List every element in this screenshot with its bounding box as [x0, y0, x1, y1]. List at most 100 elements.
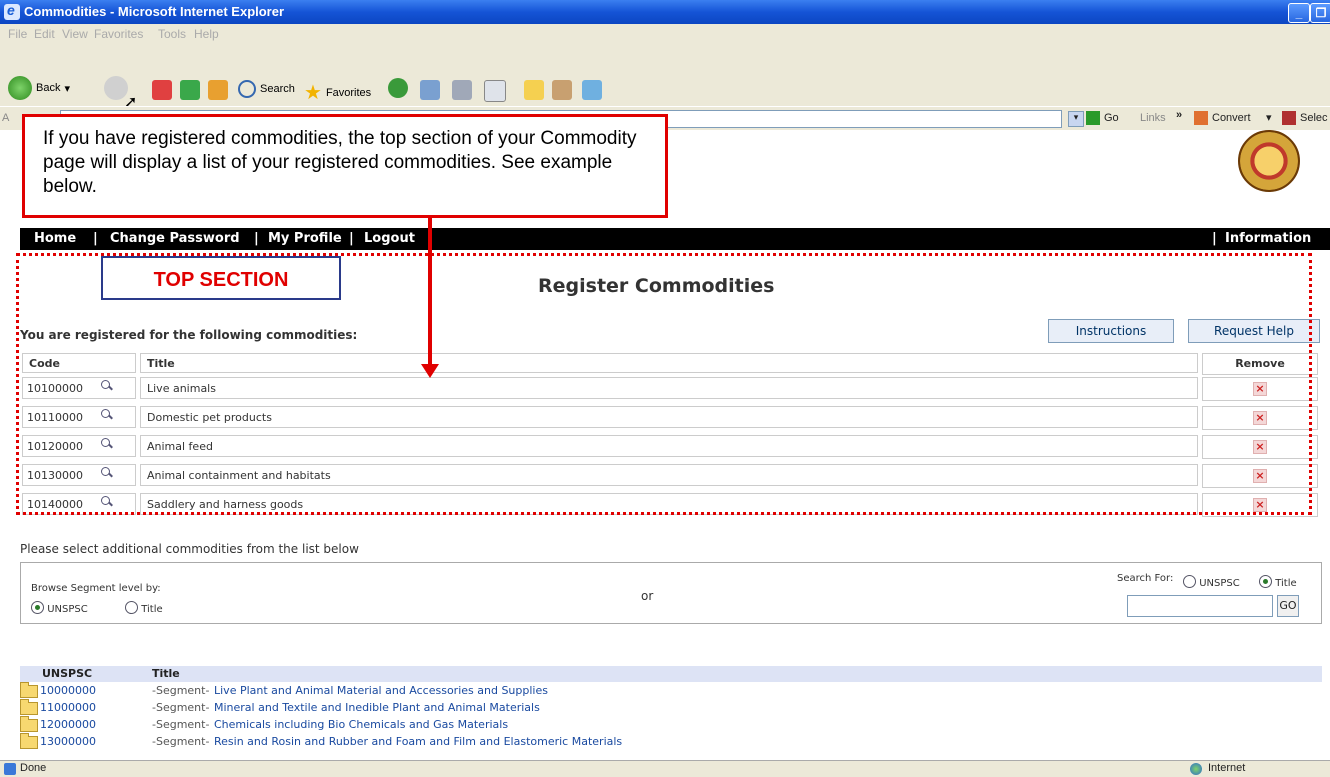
search-radio-title[interactable]: Title	[1259, 573, 1297, 589]
history-icon[interactable]	[388, 78, 408, 98]
address-dropdown-icon[interactable]: ▾	[1068, 111, 1084, 127]
nav-logout[interactable]: Logout	[364, 231, 415, 246]
radio-unspsc[interactable]: UNSPSC	[31, 599, 88, 615]
callout-arrow	[428, 218, 432, 366]
menu-view[interactable]: View	[62, 27, 88, 41]
search-radio-title-label: Title	[1275, 578, 1297, 589]
list-item[interactable]: 10000000 -Segment- Live Plant and Animal…	[20, 682, 820, 699]
menu-tools[interactable]: Tools	[158, 27, 186, 41]
radio-title-label: Title	[141, 604, 163, 615]
internet-explorer-icon	[4, 2, 20, 20]
zone-text: Internet	[1208, 762, 1246, 774]
select-caption: Please select additional commodities fro…	[20, 542, 359, 556]
status-bar: Done Internet	[0, 760, 1330, 777]
or-label: or	[641, 589, 654, 603]
search-button[interactable]: Search	[238, 80, 295, 98]
segment-code[interactable]: 13000000	[40, 735, 96, 748]
web-page: Home | Change Password | My Profile | Lo…	[0, 130, 1330, 760]
segment-title[interactable]: Live Plant and Animal Material and Acces…	[214, 684, 548, 697]
stop-icon[interactable]	[152, 80, 172, 100]
select-button[interactable]: Selec	[1300, 112, 1328, 124]
folder-icon	[20, 682, 38, 698]
go-search-button[interactable]: GO	[1277, 595, 1299, 617]
window-title: Commodities - Microsoft Internet Explore…	[24, 4, 285, 19]
menu-help[interactable]: Help	[194, 27, 219, 41]
menu-file[interactable]: File	[8, 27, 27, 41]
search-for-label: Search For:	[1117, 573, 1174, 584]
folder-icon	[20, 716, 38, 732]
nav-separator: |	[1212, 231, 1217, 246]
nav-change-password[interactable]: Change Password	[110, 231, 240, 246]
segment-code[interactable]: 11000000	[40, 701, 96, 714]
callout-annotation: If you have registered commodities, the …	[22, 114, 668, 218]
browser-toolbar: Back ▾ Search ★ Favorites ➚	[0, 44, 1330, 111]
nav-home[interactable]: Home	[34, 231, 76, 246]
home-icon[interactable]	[208, 80, 228, 100]
page-icon	[4, 763, 16, 775]
chevron-right-icon[interactable]: »	[1176, 109, 1182, 121]
segment-code[interactable]: 10000000	[40, 684, 96, 697]
county-seal-logo	[1238, 130, 1300, 192]
minimize-button[interactable]: _	[1288, 3, 1310, 23]
convert-icon	[1194, 111, 1208, 125]
top-section-label: TOP SECTION	[101, 256, 341, 300]
list-item[interactable]: 13000000 -Segment- Resin and Rosin and R…	[20, 733, 820, 750]
menu-bar: File Edit View Favorites Tools Help	[0, 24, 1330, 45]
nav-separator: |	[254, 231, 259, 246]
search-radio-unspsc-label: UNSPSC	[1199, 578, 1240, 589]
go-arrow-icon[interactable]	[1086, 111, 1100, 125]
search-input[interactable]	[1127, 595, 1273, 617]
browse-panel: Browse Segment level by: UNSPSC Title or…	[20, 562, 1322, 624]
top-nav-bar: Home | Change Password | My Profile | Lo…	[20, 228, 1330, 250]
edit-icon[interactable]	[484, 80, 506, 102]
segment-code[interactable]: 12000000	[40, 718, 96, 731]
nav-my-profile[interactable]: My Profile	[268, 231, 342, 246]
folder-icon	[20, 733, 38, 749]
segment-title[interactable]: Resin and Rosin and Rubber and Foam and …	[214, 735, 622, 748]
convert-button[interactable]: Convert	[1212, 112, 1251, 124]
globe-icon	[1190, 763, 1202, 775]
nav-information[interactable]: Information	[1225, 231, 1311, 246]
links-label[interactable]: Links	[1140, 112, 1166, 124]
refresh-icon[interactable]	[180, 80, 200, 100]
back-button[interactable]: Back ▾	[8, 76, 70, 100]
print-icon[interactable]	[452, 80, 472, 100]
header-unspsc: UNSPSC	[42, 667, 93, 680]
search-radio-unspsc[interactable]: UNSPSC	[1183, 573, 1240, 589]
menu-edit[interactable]: Edit	[34, 27, 55, 41]
segment-prefix: -Segment-	[152, 718, 210, 731]
nav-separator: |	[93, 231, 98, 246]
list-item[interactable]: 11000000 -Segment- Mineral and Textile a…	[20, 699, 820, 716]
search-icon	[238, 80, 256, 98]
radio-icon[interactable]	[1183, 575, 1196, 588]
header-list-title: Title	[152, 667, 180, 680]
folder-icon	[20, 699, 38, 715]
maximize-button[interactable]: ❐	[1310, 3, 1330, 23]
window-title-bar: Commodities - Microsoft Internet Explore…	[0, 0, 1330, 24]
star-icon: ★	[304, 82, 322, 104]
go-button[interactable]: Go	[1104, 112, 1119, 124]
favorites-button[interactable]: ★ Favorites	[304, 80, 371, 105]
research-icon[interactable]	[552, 80, 572, 100]
segment-title[interactable]: Chemicals including Bio Chemicals and Ga…	[214, 718, 508, 731]
folder-icon[interactable]	[524, 80, 544, 100]
list-item[interactable]: 12000000 -Segment- Chemicals including B…	[20, 716, 820, 733]
radio-title[interactable]: Title	[125, 599, 163, 615]
segment-title[interactable]: Mineral and Textile and Inedible Plant a…	[214, 701, 540, 714]
segment-prefix: -Segment-	[152, 684, 210, 697]
chevron-down-icon[interactable]: ▾	[1266, 111, 1272, 124]
back-arrow-icon	[8, 76, 32, 100]
segment-prefix: -Segment-	[152, 701, 210, 714]
radio-icon[interactable]	[125, 601, 138, 614]
radio-selected-icon[interactable]	[1259, 575, 1272, 588]
nav-separator: |	[349, 231, 354, 246]
mail-icon[interactable]	[420, 80, 440, 100]
select-icon	[1282, 111, 1296, 125]
radio-selected-icon[interactable]	[31, 601, 44, 614]
messenger-icon[interactable]	[582, 80, 602, 100]
segment-list-header: UNSPSC Title	[20, 666, 1322, 682]
menu-favorites[interactable]: Favorites	[94, 27, 143, 41]
radio-unspsc-label: UNSPSC	[47, 604, 88, 615]
arrow-down-icon	[421, 364, 439, 378]
browse-label: Browse Segment level by:	[31, 583, 161, 594]
